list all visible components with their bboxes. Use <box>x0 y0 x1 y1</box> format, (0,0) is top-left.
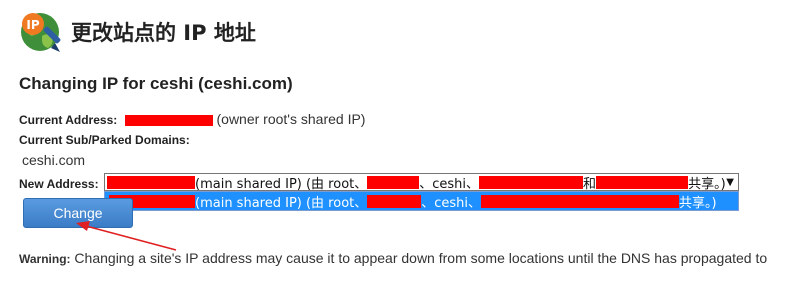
redacted-ip <box>107 175 195 189</box>
select-text-3: 和 <box>583 176 597 191</box>
current-address-label: Current Address: <box>19 113 118 127</box>
option-text-2: 、ceshi、 <box>421 195 482 211</box>
new-address-row: New Address: <box>19 176 99 191</box>
page: IP 更改站点的 IP 地址 Changing IP for ceshi (ce… <box>0 0 799 292</box>
select-text-2: 、ceshi、 <box>419 176 480 191</box>
option-text-1: (main shared IP) (由 root、 <box>195 195 368 211</box>
warning-label: Warning: <box>19 252 71 266</box>
change-button[interactable]: Change <box>23 198 133 228</box>
new-address-label: New Address: <box>19 177 99 191</box>
redacted-user <box>367 194 422 208</box>
option-text-3: 共享。) <box>679 195 717 211</box>
current-address-row: Current Address: (owner root's shared IP… <box>19 111 365 127</box>
dropdown-arrow-icon[interactable]: ▼ <box>726 174 734 190</box>
redacted-user <box>596 175 689 189</box>
sub-domains-row: Current Sub/Parked Domains: <box>19 132 190 147</box>
redacted-users <box>481 194 680 208</box>
new-address-option[interactable]: (main shared IP) (由 root、 、ceshi、 共享。) <box>104 191 739 211</box>
page-header: IP 更改站点的 IP 地址 <box>18 10 256 54</box>
section-subtitle: Changing IP for ceshi (ceshi.com) <box>19 74 293 93</box>
sub-domains-value: ceshi.com <box>22 152 86 168</box>
current-address-note: (owner root's shared IP) <box>216 111 366 127</box>
redacted-ip <box>124 115 213 127</box>
redacted-users <box>479 175 584 189</box>
change-ip-icon: IP <box>18 10 62 54</box>
warning-text: Changing a site's IP address may cause i… <box>70 250 768 266</box>
sub-domains-value-row: ceshi.com <box>22 152 85 168</box>
new-address-select[interactable]: (main shared IP) (由 root、 、ceshi、 和 共享。)… <box>104 173 739 191</box>
select-text-4: 共享。) <box>688 176 726 191</box>
sub-domains-label: Current Sub/Parked Domains: <box>19 133 190 147</box>
redacted-user <box>367 175 420 189</box>
ip-badge-text: IP <box>26 18 39 32</box>
page-title: 更改站点的 IP 地址 <box>71 21 256 45</box>
warning-text-row: Warning: Changing a site's IP address ma… <box>19 250 767 266</box>
select-text-1: (main shared IP) (由 root、 <box>195 176 368 191</box>
